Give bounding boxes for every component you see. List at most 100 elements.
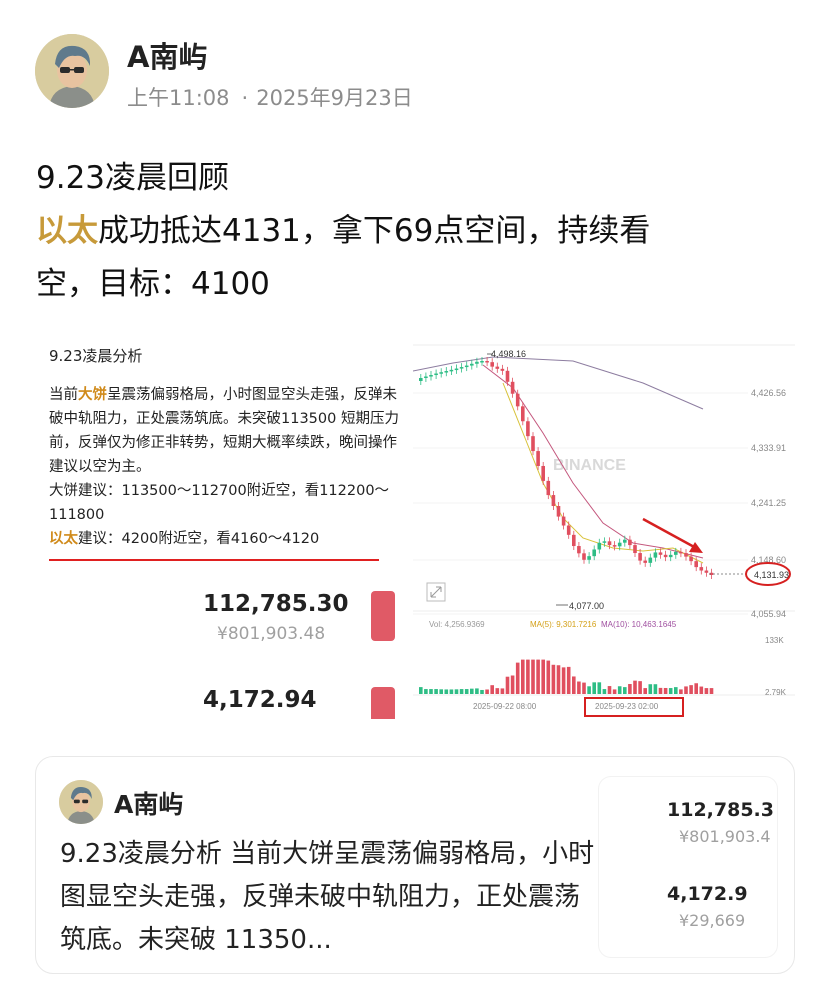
candle-body: [459, 367, 464, 369]
candle-body: [500, 368, 505, 371]
thumb-eth-cny: ¥29,669: [679, 911, 746, 930]
volume-bar: [526, 659, 530, 694]
avatar-illustration: [35, 34, 109, 108]
volume-bar: [546, 660, 551, 694]
candle-body: [628, 539, 632, 546]
candle-body: [699, 567, 704, 571]
volume-bar: [679, 689, 683, 694]
vol-label: Vol: 4,256.9369: [429, 620, 485, 629]
volume-bar: [490, 685, 494, 694]
candle-body: [521, 406, 525, 422]
volume-bar: [541, 659, 545, 694]
kline-chart-image[interactable]: BINANCE 4,498.16 4,077.00 4,426.56 4,333…: [413, 343, 795, 719]
candle-body: [653, 552, 658, 558]
repost-card[interactable]: A南屿 9.23凌晨分析 当前大饼呈震荡偏弱格局，小时图显空头走强，反弹未破中轨…: [35, 756, 795, 974]
volume-bar: [485, 689, 489, 694]
volume-bar: [607, 686, 612, 694]
volume-bar: [572, 676, 576, 694]
ma5-label: MA(5): 9,301.7216: [530, 620, 597, 629]
candle-body: [704, 570, 709, 573]
volume-bar: [556, 665, 561, 694]
volume-bar: [464, 689, 469, 694]
volume-bar: [470, 688, 474, 694]
high-price-label: 4,498.16: [491, 349, 526, 359]
volume-bar: [597, 682, 602, 694]
volume-bar: [434, 689, 438, 694]
candle-body: [531, 436, 535, 452]
volume-bar: [623, 687, 627, 694]
volume-bar: [663, 687, 668, 694]
candle-body: [674, 551, 678, 555]
candle-body: [429, 375, 433, 377]
analysis-image[interactable]: 9.23凌晨分析 当前大饼呈震荡偏弱格局，小时图显空头走强，反弹未破中轨阻力，正…: [35, 343, 409, 719]
x-label-2: 2025-09-23 02:00: [595, 702, 659, 711]
candle-body: [485, 361, 489, 363]
repost-author-name[interactable]: A南屿: [114, 785, 183, 821]
author-name[interactable]: A南屿: [127, 34, 207, 76]
candle-body: [444, 371, 449, 373]
volume-bar: [689, 685, 693, 694]
candle-body: [536, 451, 540, 466]
volume-bar: [587, 686, 591, 694]
candle-body: [546, 480, 551, 496]
volume-bar: [699, 686, 704, 694]
y-tick-3: 4,241.25: [751, 498, 786, 508]
volume-bar: [592, 682, 596, 694]
candle-body: [464, 365, 469, 368]
current-price-label: 4,131.93: [754, 570, 789, 580]
eth-price: 4,172.94: [203, 687, 317, 713]
post-meta: 上午11:08 · 2025年9月23日: [127, 82, 413, 112]
volume-bar: [561, 667, 566, 694]
volume-bar: [449, 689, 454, 694]
author-avatar[interactable]: [35, 34, 109, 108]
candle-body: [470, 363, 474, 366]
volume-bar: [709, 688, 714, 694]
post-line-title: 9.23凌晨回顾: [36, 160, 230, 196]
volume-bar: [658, 687, 663, 694]
repost-author-avatar[interactable]: [59, 780, 103, 824]
btc-change-badge: [371, 591, 395, 641]
volume-bar: [668, 688, 673, 694]
volume-bar: [638, 681, 642, 694]
repost-thumbnail[interactable]: 112,785.3 ¥801,903.4 4,172.9 ¥29,669: [599, 777, 777, 957]
volume-bar: [633, 680, 637, 694]
analysis-p1-before: 当前: [49, 387, 78, 403]
volume-bar: [429, 689, 433, 694]
post-line-main-text: 成功抵达4131，拿下69点空间，持续看: [98, 213, 651, 249]
volume-bar: [454, 689, 459, 694]
volume-bar: [419, 687, 423, 694]
eth-change-badge: [371, 687, 395, 719]
post-time: 上午11:08: [127, 86, 230, 110]
volume-bar: [566, 666, 571, 694]
volume-bar: [643, 688, 647, 694]
post-highlight-eth: 以太: [36, 213, 98, 249]
post-body: 9.23凌晨回顾 以太成功抵达4131，拿下69点空间，持续看 空，目标：410…: [36, 152, 796, 311]
candle-body: [526, 421, 530, 437]
candle-body: [633, 545, 637, 554]
volume-bar: [480, 689, 484, 694]
volume-bar: [684, 686, 688, 694]
candle-body: [668, 554, 673, 558]
candle-body: [449, 369, 454, 372]
y-tick-1: 4,426.56: [751, 388, 786, 398]
candle-body: [582, 553, 586, 560]
thumb-btc-price: 112,785.3: [667, 799, 774, 821]
post-date: 2025年9月23日: [256, 86, 413, 110]
candle-body: [577, 546, 581, 554]
candle-body: [419, 378, 423, 381]
thumb-btc-cny: ¥801,903.4: [679, 827, 771, 846]
analysis-paragraph-3: 以太建议：4200附近空，看4160～4120: [49, 527, 405, 551]
candle-body: [515, 393, 520, 407]
ma10-label: MA(10): 10,463.1645: [601, 620, 677, 629]
vol-tick-top: 133K: [765, 636, 784, 645]
volume-bar: [612, 689, 617, 694]
expand-icon[interactable]: [426, 582, 446, 602]
candle-body: [495, 366, 500, 369]
volume-bar: [521, 659, 525, 694]
candle-body: [434, 373, 438, 376]
candle-body: [617, 542, 622, 547]
volume-bar: [475, 688, 479, 694]
candle-body: [566, 525, 571, 535]
vol-tick-bottom: 2.79K: [765, 688, 787, 697]
x-label-1: 2025-09-22 08:00: [473, 702, 537, 711]
